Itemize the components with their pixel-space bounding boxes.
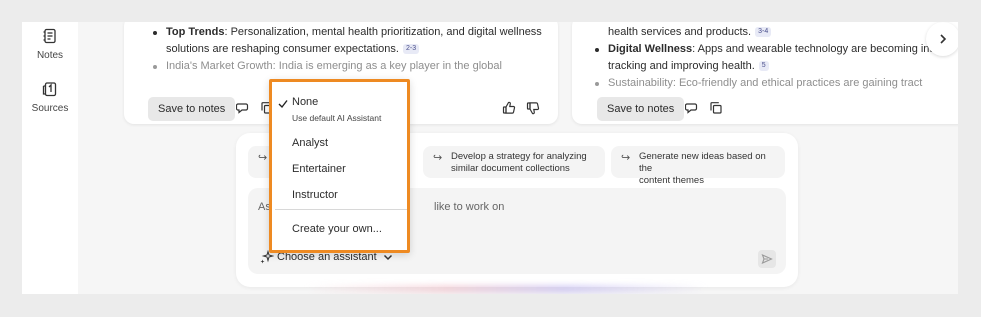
bullet-continuation: health services and products. 3-4	[608, 24, 939, 41]
assistant-dropdown-menu: None Use default AI Assistant Analyst En…	[269, 79, 410, 253]
nav-item-notes[interactable]: Notes	[22, 28, 78, 61]
chat-icon[interactable]	[683, 99, 701, 117]
menu-item-none-description: Use default AI Assistant	[292, 113, 382, 123]
menu-divider	[275, 209, 407, 210]
bullet-item: India's Market Growth: India is emerging…	[153, 58, 542, 75]
main-content: Top Trends: Personalization, mental heal…	[78, 22, 958, 294]
nav-item-sources[interactable]: Sources	[22, 81, 78, 114]
menu-item-instructor[interactable]: Instructor	[292, 189, 338, 201]
nav-label-sources: Sources	[31, 103, 69, 114]
chevron-right-icon	[940, 34, 947, 44]
sources-icon	[42, 82, 57, 97]
thumbs-down-icon[interactable]	[524, 99, 542, 117]
citation-badge[interactable]: 5	[758, 61, 769, 71]
bullet-continuation: solutions are reshaping consumer expecta…	[166, 41, 542, 58]
app-frame: Notes Sources Top Trends: Personalizatio…	[22, 22, 958, 294]
citation-badge[interactable]: 3-4	[755, 27, 772, 37]
bullet-item: Sustainability: Eco-friendly and ethical…	[595, 75, 939, 92]
response-card-right: health services and products. 3-4 Digital…	[572, 22, 958, 124]
decorative-glow	[306, 285, 706, 293]
send-button[interactable]	[758, 250, 776, 268]
response-bullets: Top Trends: Personalization, mental heal…	[153, 24, 542, 75]
thumbs-up-icon[interactable]	[500, 99, 518, 117]
menu-item-none[interactable]: None	[292, 96, 318, 108]
next-arrow-button[interactable]	[926, 22, 958, 56]
left-nav: Notes Sources	[22, 22, 78, 294]
return-arrow-icon: ↪	[258, 152, 268, 164]
menu-item-entertainer[interactable]: Entertainer	[292, 163, 346, 175]
return-arrow-icon: ↪	[433, 152, 443, 164]
citation-badge[interactable]: 2-3	[402, 44, 420, 54]
suggestion-chip[interactable]: ↪ Develop a strategy for analyzing simil…	[423, 146, 605, 178]
bullet-item: Top Trends: Personalization, mental heal…	[153, 24, 542, 41]
suggestion-chip[interactable]: ↪ Generate new ideas based on the conten…	[611, 146, 785, 186]
bullet-continuation: tracking and improving health. 5	[608, 58, 939, 75]
menu-item-create-your-own[interactable]: Create your own...	[292, 223, 382, 235]
copy-icon[interactable]	[707, 99, 725, 117]
bullet-item: Digital Wellness: Apps and wearable tech…	[595, 41, 939, 58]
nav-label-notes: Notes	[36, 50, 64, 61]
chat-icon[interactable]	[234, 99, 252, 117]
response-bullets: health services and products. 3-4 Digital…	[595, 24, 939, 92]
return-arrow-icon: ↪	[621, 152, 631, 164]
save-to-notes-button[interactable]: Save to notes	[148, 97, 236, 121]
notes-icon	[43, 28, 56, 44]
checkmark-icon	[278, 100, 288, 109]
send-icon	[761, 253, 773, 265]
menu-item-analyst[interactable]: Analyst	[292, 137, 328, 149]
save-to-notes-button[interactable]: Save to notes	[597, 97, 685, 121]
